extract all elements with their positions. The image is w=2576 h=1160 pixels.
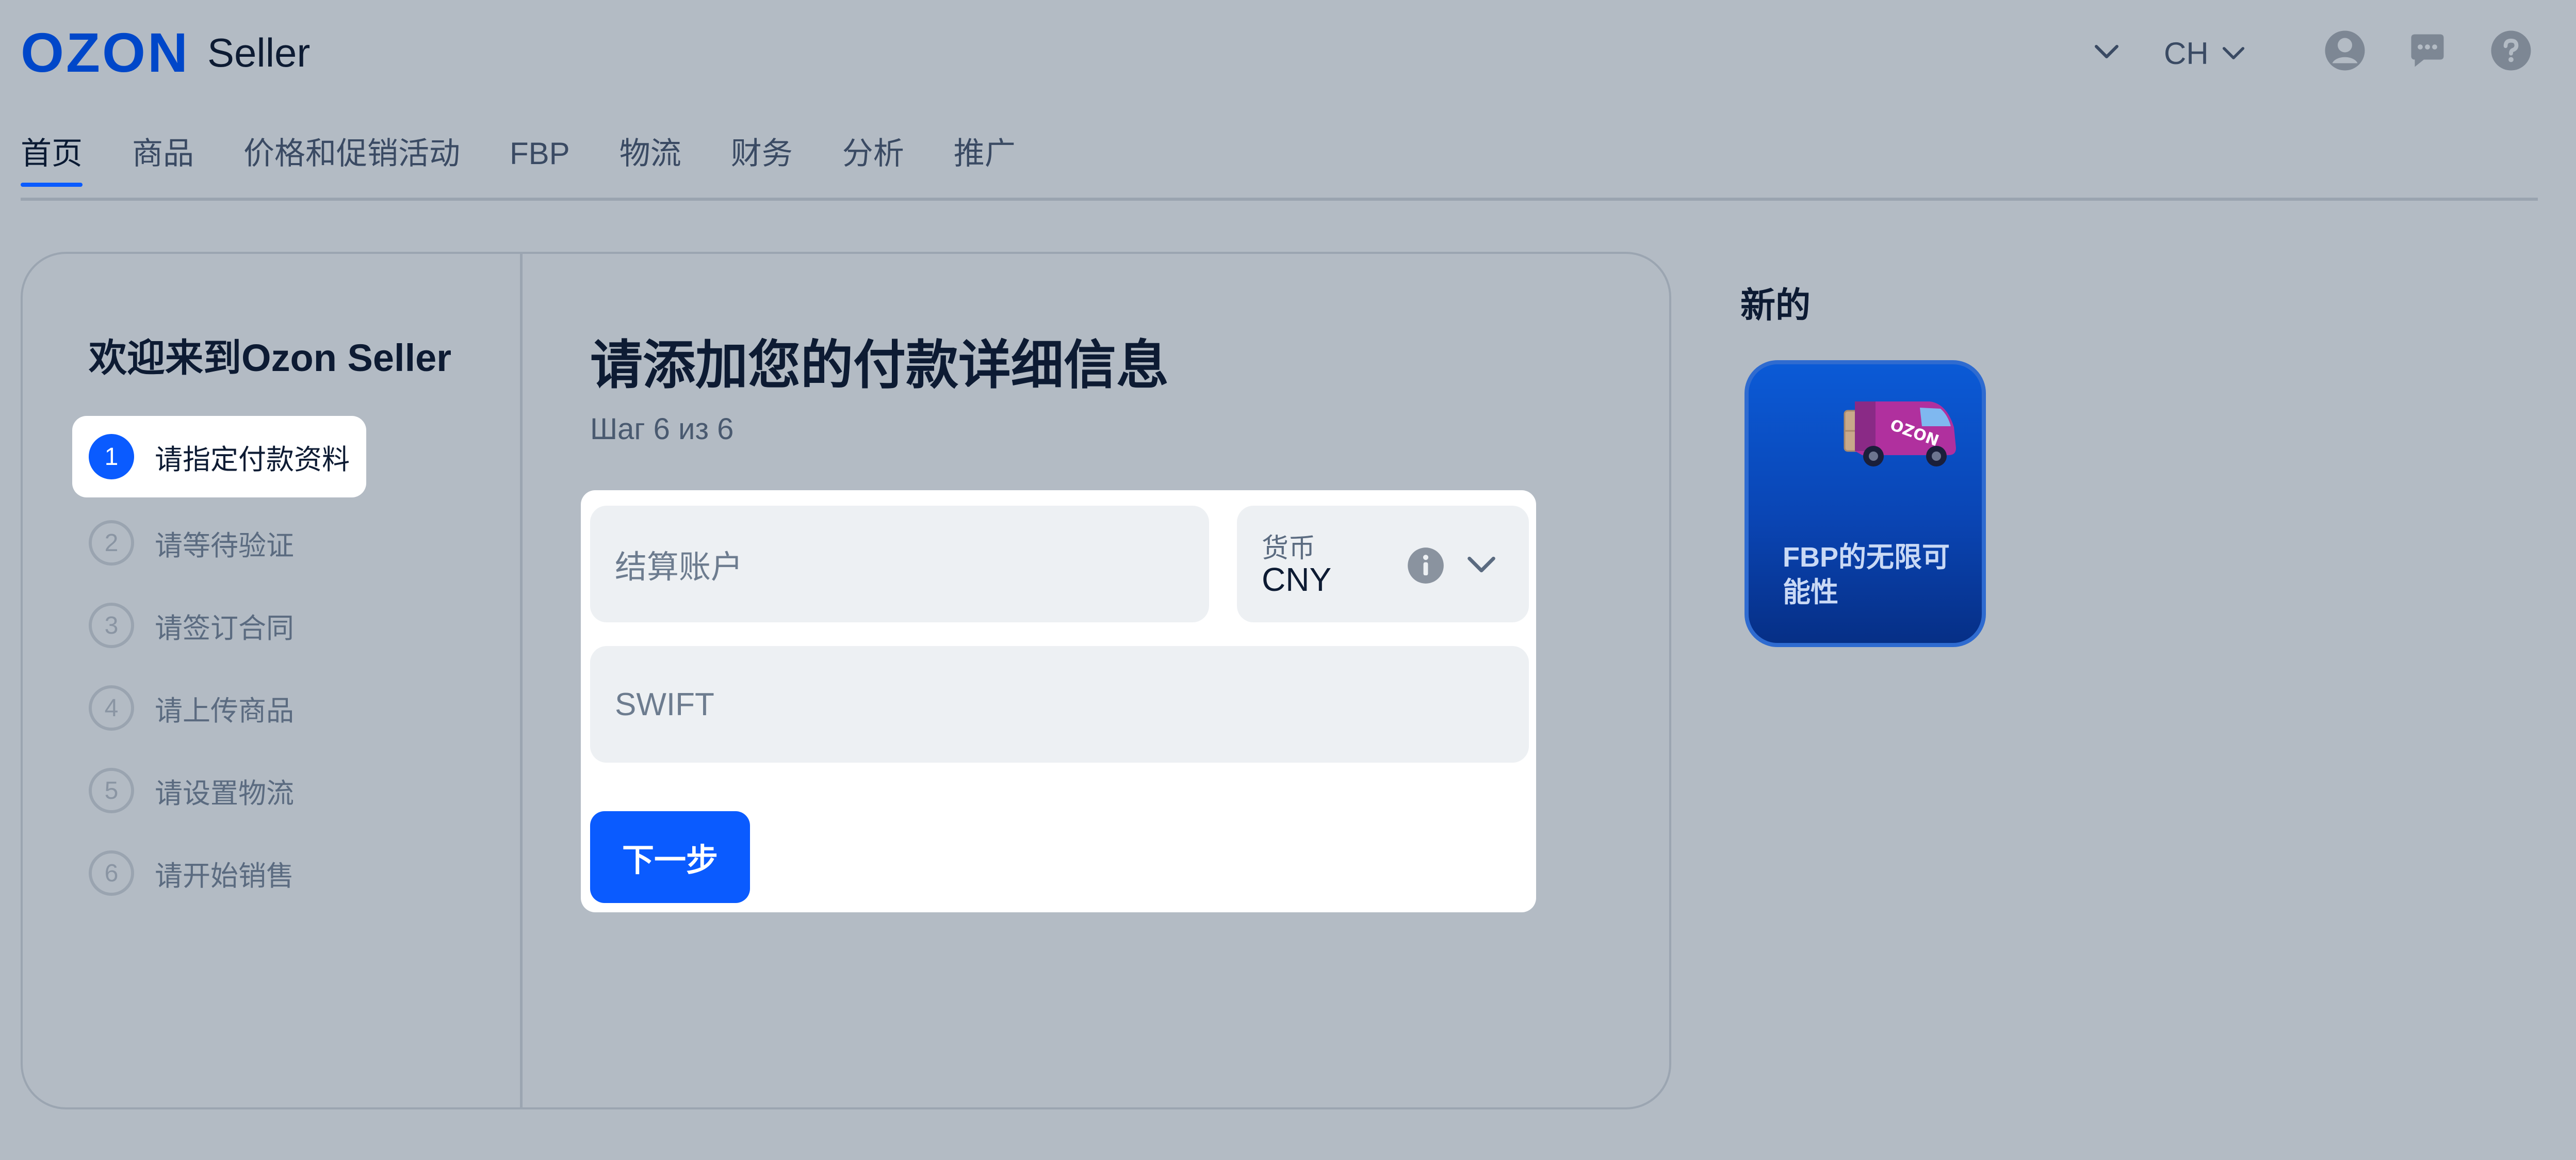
promo-card-text: FBP的无限可能性 bbox=[1783, 542, 1950, 608]
currency-label: 货币 bbox=[1262, 534, 1316, 563]
main-nav: 首页 商品 价格和促销活动 FBP 物流 财务 分析 推广 bbox=[21, 128, 1065, 187]
nav-item-prices-promotions[interactable]: 价格和促销活动 bbox=[243, 128, 460, 185]
nav-item-products[interactable]: 商品 bbox=[132, 128, 194, 185]
chevron-down-icon[interactable] bbox=[2091, 36, 2122, 67]
nav-item-logistics[interactable]: 物流 bbox=[619, 128, 681, 185]
step-item-2[interactable]: 2 请等待验证 bbox=[89, 517, 294, 569]
currency-value: CNY bbox=[1262, 561, 1332, 598]
language-selector[interactable]: CH bbox=[2164, 30, 2245, 76]
chevron-down-icon[interactable] bbox=[1467, 553, 1496, 576]
step-number: 5 bbox=[89, 768, 134, 813]
delivery-van-icon: OZON bbox=[1844, 401, 1956, 466]
swift-placeholder: SWIFT bbox=[615, 686, 714, 722]
nav-divider bbox=[21, 198, 2538, 201]
step-label: 请等待验证 bbox=[155, 530, 294, 561]
nav-item-analytics[interactable]: 分析 bbox=[842, 128, 904, 185]
welcome-title: 欢迎来到Ozon Seller bbox=[89, 336, 452, 379]
logo-seller-text: Seller bbox=[207, 30, 311, 75]
info-icon[interactable] bbox=[1406, 546, 1445, 585]
page-title: 请添加您的付款详细信息 bbox=[590, 336, 1169, 395]
step-label: 请开始销售 bbox=[155, 860, 294, 892]
step-item-5[interactable]: 5 请设置物流 bbox=[89, 765, 294, 816]
language-label: CH bbox=[2164, 36, 2209, 71]
logo-ozon-text: OZON bbox=[21, 21, 190, 84]
help-icon[interactable] bbox=[2489, 29, 2533, 72]
step-label: 请签订合同 bbox=[155, 613, 294, 644]
step-number: 4 bbox=[89, 685, 134, 731]
swift-input[interactable]: SWIFT bbox=[590, 646, 1529, 763]
nav-item-finance[interactable]: 财务 bbox=[731, 128, 793, 185]
settlement-account-input[interactable]: 结算账户 bbox=[590, 506, 1209, 622]
step-item-1[interactable]: 1 请指定付款资料 bbox=[72, 416, 366, 497]
nav-item-promotion[interactable]: 推广 bbox=[954, 128, 1016, 185]
card-divider bbox=[520, 254, 523, 1107]
step-label: 请指定付款资料 bbox=[155, 444, 350, 475]
step-item-3[interactable]: 3 请签订合同 bbox=[89, 600, 294, 651]
nav-item-home[interactable]: 首页 bbox=[21, 128, 83, 187]
ozon-seller-logo[interactable]: OZON Seller bbox=[21, 21, 311, 84]
step-label: 请上传商品 bbox=[155, 695, 294, 727]
user-icon[interactable] bbox=[2323, 29, 2367, 72]
step-number: 6 bbox=[89, 850, 134, 896]
settlement-account-placeholder: 结算账户 bbox=[615, 550, 743, 585]
step-number: 1 bbox=[89, 434, 134, 479]
step-item-4[interactable]: 4 请上传商品 bbox=[89, 682, 294, 734]
next-step-button[interactable]: 下一步 bbox=[590, 811, 750, 903]
step-label: 请设置物流 bbox=[155, 778, 294, 809]
chat-icon[interactable] bbox=[2406, 29, 2449, 72]
step-number: 3 bbox=[89, 603, 134, 648]
chevron-down-icon bbox=[2222, 47, 2244, 59]
nav-item-fbp[interactable]: FBP bbox=[510, 128, 570, 185]
step-item-6[interactable]: 6 请开始销售 bbox=[89, 847, 294, 899]
news-title: 新的 bbox=[1740, 286, 1811, 325]
step-number: 2 bbox=[89, 520, 134, 566]
step-counter: Шаг 6 из 6 bbox=[590, 412, 734, 446]
